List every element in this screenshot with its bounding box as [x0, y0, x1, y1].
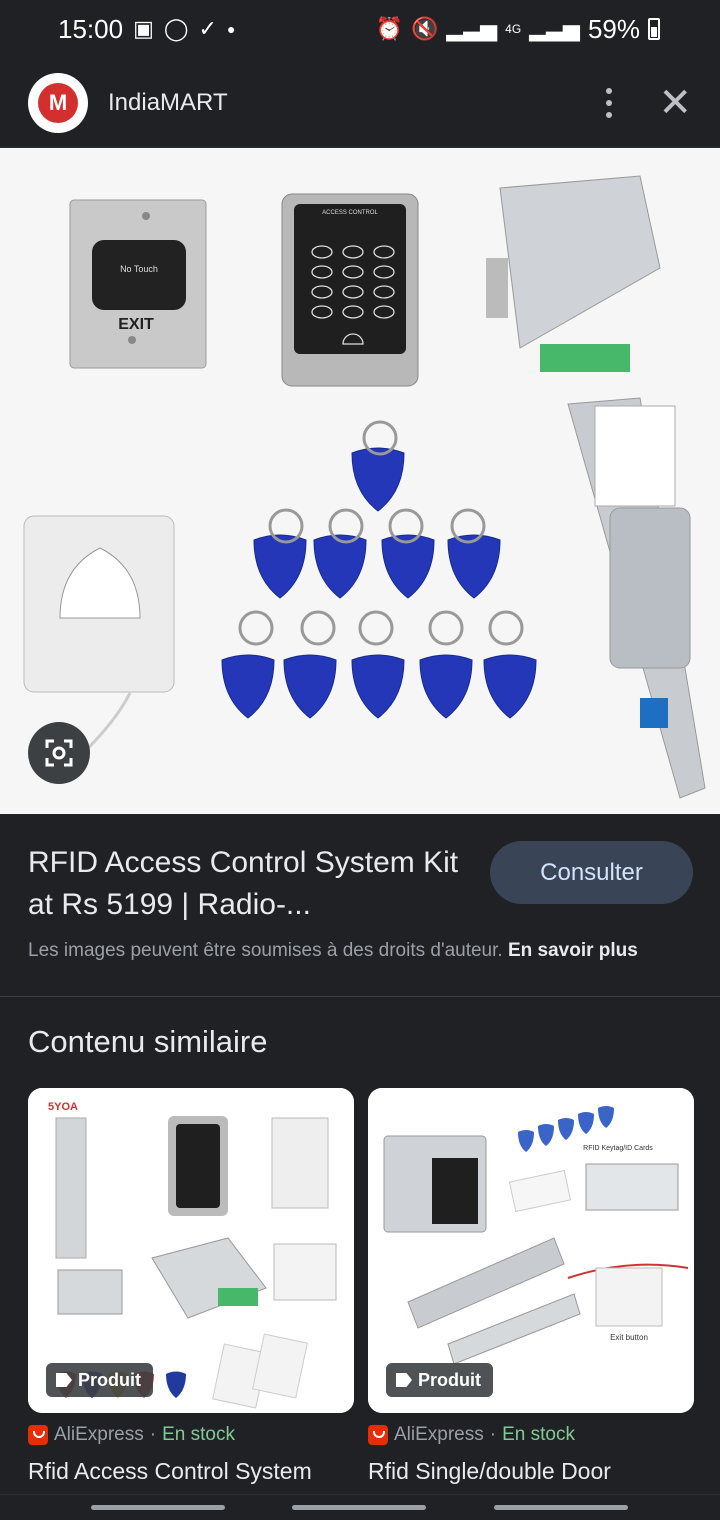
result-image[interactable]: No Touch EXIT ACCESS CONTROL [0, 148, 720, 814]
similar-card-2[interactable]: RFID Keytag/ID Cards Exit button Produit [368, 1088, 694, 1413]
product-name[interactable]: Rfid Access Control System [28, 1458, 312, 1485]
site-logo-mark: M [38, 82, 78, 123]
navigation-bar [0, 1494, 720, 1520]
stock-status: En stock [502, 1424, 575, 1445]
product-badge: Produit [386, 1363, 493, 1397]
meta-separator: · [149, 1424, 157, 1445]
alarm-icon: ⏰ [375, 16, 403, 41]
product-badge: Produit [46, 1363, 153, 1397]
badge-label: Produit [418, 1369, 481, 1390]
site-logo[interactable]: M [28, 72, 88, 133]
nav-back-button[interactable] [494, 1505, 628, 1510]
product-name[interactable]: Rfid Single/double Door [368, 1458, 611, 1485]
aliexpress-icon [368, 1425, 388, 1445]
more-options-icon[interactable] [606, 87, 613, 118]
viewer-header: M IndiaMART ✕ [0, 58, 720, 148]
tag-icon [396, 1373, 412, 1387]
stock-status: En stock [162, 1424, 235, 1445]
mute-icon: 🔇 [411, 16, 439, 41]
card-2-meta: AliExpress · En stock [368, 1424, 575, 1446]
battery-percent: 59% [587, 13, 640, 44]
keypad-title: ACCESS CONTROL [322, 210, 378, 216]
status-time: 15:00 [58, 13, 124, 44]
check-icon: ✓ [198, 16, 217, 41]
dot-icon: ● [226, 21, 236, 37]
nav-home-button[interactable] [292, 1505, 426, 1510]
learn-more-link[interactable]: En savoir plus [508, 940, 638, 961]
consult-button[interactable]: Consulter [490, 841, 693, 904]
brand-label: 5YOA [48, 1101, 78, 1113]
copyright-text: Les images peuvent être soumises à des d… [28, 940, 503, 961]
site-name[interactable]: IndiaMART [108, 89, 228, 117]
no-touch-label: No Touch [120, 264, 158, 274]
lens-icon [45, 739, 73, 767]
copyright-notice: Les images peuvent être soumises à des d… [28, 940, 638, 962]
lens-search-button[interactable] [28, 722, 90, 784]
signal-icon-2: ▂▃▅ [529, 16, 580, 41]
card-1-meta: AliExpress · En stock [28, 1424, 235, 1446]
meta-separator: · [489, 1424, 497, 1445]
tag-icon [56, 1373, 72, 1387]
divider [0, 996, 720, 997]
battery-icon [648, 18, 660, 40]
exit-label: EXIT [118, 316, 154, 333]
source-name: AliExpress [394, 1424, 484, 1445]
network-type: 4G [505, 22, 522, 36]
result-title[interactable]: RFID Access Control System Kit at Rs 519… [28, 842, 468, 926]
similar-card-1[interactable]: 5YOA Produit [28, 1088, 354, 1413]
nav-recents-button[interactable] [91, 1505, 225, 1510]
whatsapp-icon: ◯ [163, 16, 189, 41]
gallery-icon: ▣ [133, 16, 154, 41]
exit-button-caption: Exit button [610, 1333, 648, 1342]
keytag-caption: RFID Keytag/ID Cards [583, 1145, 653, 1152]
rfid-kit-illustration: No Touch EXIT ACCESS CONTROL [0, 148, 720, 814]
status-bar: 15:00 ▣ ◯ ✓ ● ⏰ 🔇 ▂▃▅ 4G ▂▃▅ 59% [0, 0, 720, 58]
similar-content-title: Contenu similaire [28, 1024, 268, 1059]
aliexpress-icon [28, 1425, 48, 1445]
signal-icon: ▂▃▅ [446, 16, 498, 41]
close-icon[interactable]: ✕ [658, 83, 692, 123]
badge-label: Produit [78, 1369, 141, 1390]
source-name: AliExpress [54, 1424, 144, 1445]
